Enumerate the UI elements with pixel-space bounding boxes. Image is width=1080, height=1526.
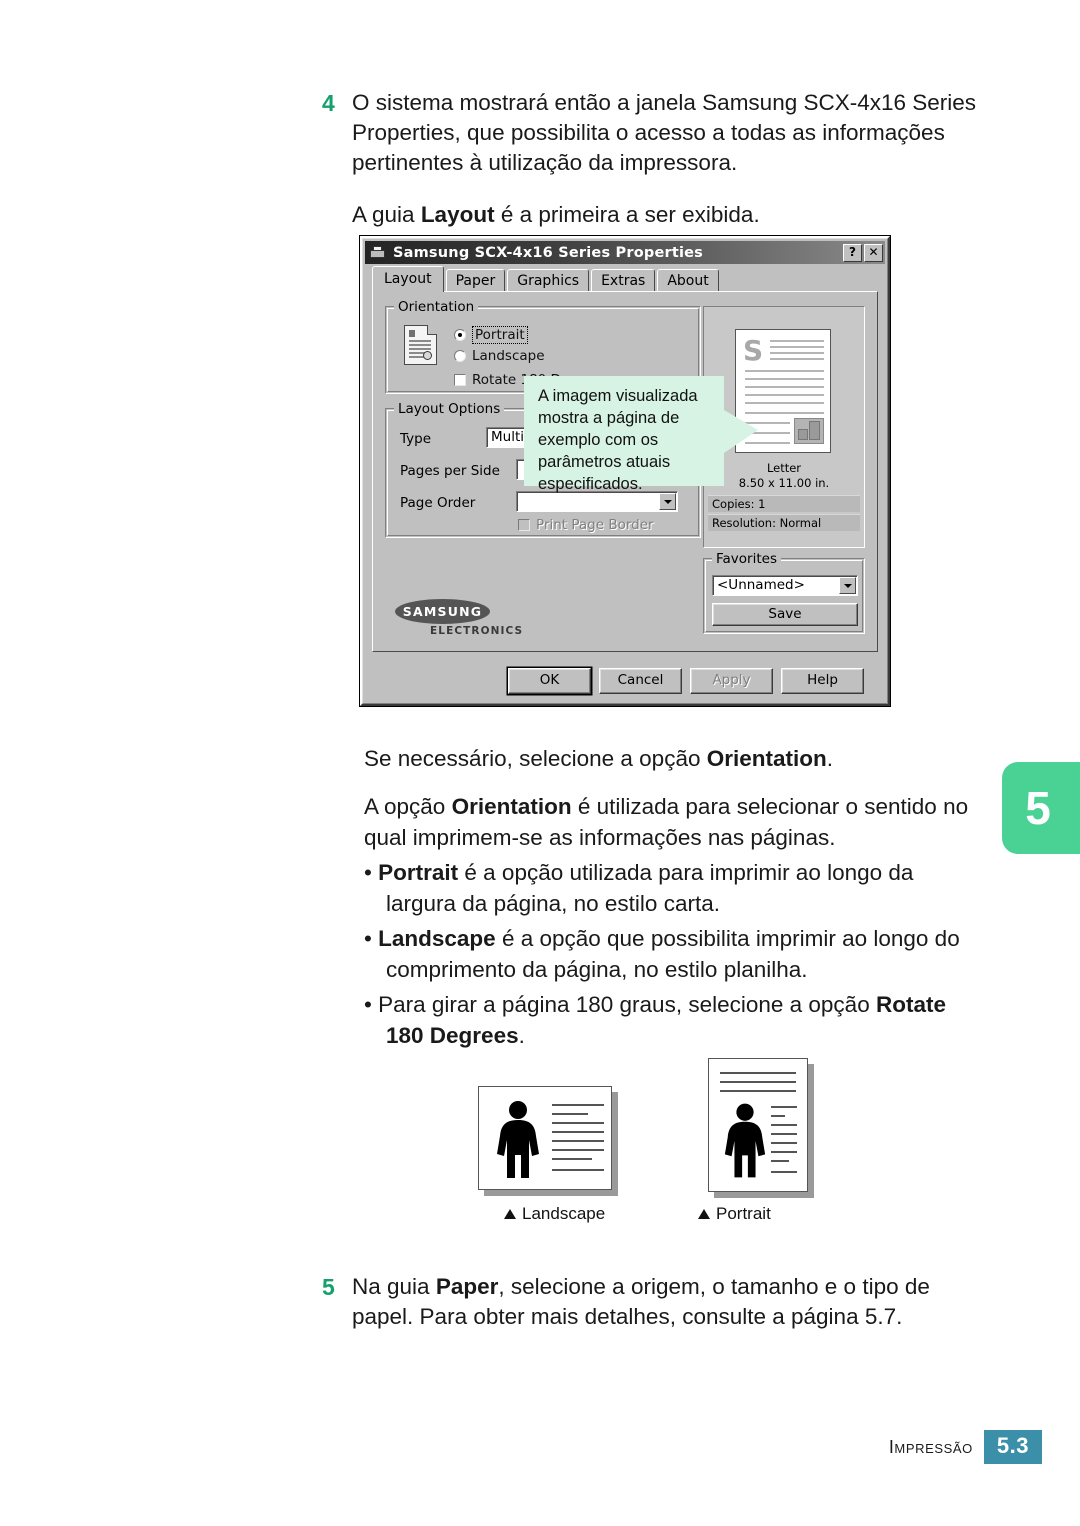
tab-about[interactable]: About [657, 269, 719, 292]
figure-portrait [708, 1058, 818, 1198]
preview-page-mark: S [743, 334, 764, 367]
step-5: 5 Na guia Paper, selecione a origem, o t… [322, 1272, 982, 1332]
document-preview-icon [404, 325, 437, 365]
bullet-portrait: • Portrait é a opção utilizada para impr… [364, 860, 914, 916]
callout-tail [724, 410, 758, 453]
figure-landscape [478, 1086, 618, 1196]
dialog-title: Samsung SCX-4x16 Series Properties [393, 244, 703, 261]
save-button[interactable]: Save [712, 603, 858, 626]
favorites-group: Favorites <Unnamed> Save [703, 551, 865, 634]
samsung-wordmark: SAMSUNG [395, 599, 490, 624]
preview-nup-thumbnail [794, 418, 824, 444]
figure-portrait-caption-text: Portrait [716, 1204, 771, 1223]
tab-layout[interactable]: Layout [372, 266, 444, 292]
paragraph-orientation-desc: A opção Orientation é utilizada para sel… [364, 794, 969, 850]
step-4: 4 O sistema mostrará então a janela Sams… [322, 88, 982, 230]
figure-landscape-caption: Landscape [504, 1204, 605, 1224]
tab-extras[interactable]: Extras [591, 269, 656, 292]
help-button[interactable]: Help [781, 668, 864, 694]
step-4-paragraph-2: A guia Layout é a primeira a ser exibida… [352, 202, 760, 227]
close-icon[interactable]: ✕ [864, 243, 883, 262]
preview-copies: Copies: 1 [708, 495, 860, 512]
step-5-body: Na guia Paper, selecione a origem, o tam… [352, 1272, 982, 1332]
page-footer: Impressão 5.3 [889, 1430, 1042, 1464]
triangle-up-icon [504, 1209, 516, 1219]
tab-strip: Layout Paper Graphics Extras About [372, 266, 878, 292]
ok-button[interactable]: OK [508, 668, 591, 694]
favorites-group-title: Favorites [712, 551, 781, 567]
tab-paper[interactable]: Paper [445, 269, 506, 292]
step-4-number: 4 [322, 90, 335, 116]
bullet-rotate: • Para girar a página 180 graus, selecio… [364, 992, 946, 1048]
paragraph-orientation: Se necessário, selecione a opção Orienta… [364, 746, 833, 771]
label-page-order: Page Order [400, 495, 476, 511]
annotation-callout: A imagem visualizada mostra a página de … [524, 376, 758, 493]
combo-favorites[interactable]: <Unnamed> [712, 575, 858, 596]
layout-options-group-title: Layout Options [394, 401, 505, 417]
chevron-down-icon[interactable] [659, 493, 676, 510]
preview-paper-info: Letter 8.50 x 11.00 in. [704, 461, 864, 491]
step-4-paragraph-1: O sistema mostrará então a janela Samsun… [352, 90, 977, 175]
radio-landscape-label: Landscape [472, 348, 545, 364]
step-4-body: O sistema mostrará então a janela Samsun… [352, 88, 982, 230]
orientation-group-title: Orientation [394, 299, 479, 315]
radio-landscape[interactable]: Landscape [454, 348, 545, 364]
triangle-up-icon [698, 1209, 710, 1219]
preview-paper-name: Letter [766, 461, 802, 475]
chapter-tab: 5 [1002, 762, 1080, 854]
checkbox-rotate-180-indicator [454, 374, 466, 386]
checkbox-print-page-border-label: Print Page Border [536, 517, 654, 533]
person-icon [724, 1103, 766, 1178]
checkbox-print-page-border: Print Page Border [518, 517, 654, 533]
checkbox-print-page-border-indicator [518, 519, 530, 531]
person-icon [497, 1101, 539, 1178]
combo-favorites-value: <Unnamed> [717, 577, 805, 593]
manual-page: 4 O sistema mostrará então a janela Sams… [0, 0, 1080, 1526]
samsung-electronics-label: ELECTRONICS [430, 625, 524, 637]
label-type: Type [400, 431, 432, 447]
figure-portrait-caption: Portrait [698, 1204, 771, 1224]
preview-resolution: Resolution: Normal [708, 514, 860, 531]
radio-portrait[interactable]: Portrait [454, 326, 528, 344]
footer-section-label: Impressão [888, 1436, 973, 1457]
apply-button: Apply [690, 668, 773, 694]
cancel-button[interactable]: Cancel [599, 668, 682, 694]
callout-text: A imagem visualizada mostra a página de … [538, 387, 698, 493]
figure-landscape-caption-text: Landscape [522, 1204, 606, 1223]
radio-portrait-label: Portrait [472, 326, 528, 344]
dialog-titlebar[interactable]: Samsung SCX-4x16 Series Properties ? ✕ [365, 241, 885, 264]
label-pages-per-side: Pages per Side [400, 463, 500, 479]
tab-graphics[interactable]: Graphics [507, 269, 590, 292]
bullet-landscape: • Landscape é a opção que possibilita im… [364, 926, 960, 982]
samsung-logo: SAMSUNG ELECTRONICS [395, 599, 525, 637]
titlebar-buttons: ? ✕ [843, 243, 883, 262]
chevron-down-icon[interactable] [839, 577, 856, 594]
dialog-button-bar: OK Cancel Apply Help [372, 668, 878, 696]
step-5-paragraph-1: Na guia Paper, selecione a origem, o tam… [352, 1274, 930, 1329]
footer-page-number: 5.3 [983, 1430, 1042, 1464]
help-icon[interactable]: ? [843, 243, 862, 262]
printer-icon [369, 245, 387, 260]
radio-portrait-indicator [454, 329, 466, 341]
radio-landscape-indicator [454, 350, 466, 362]
step-5-number: 5 [322, 1274, 335, 1300]
preview-paper-size: 8.50 x 11.00 in. [738, 476, 830, 490]
